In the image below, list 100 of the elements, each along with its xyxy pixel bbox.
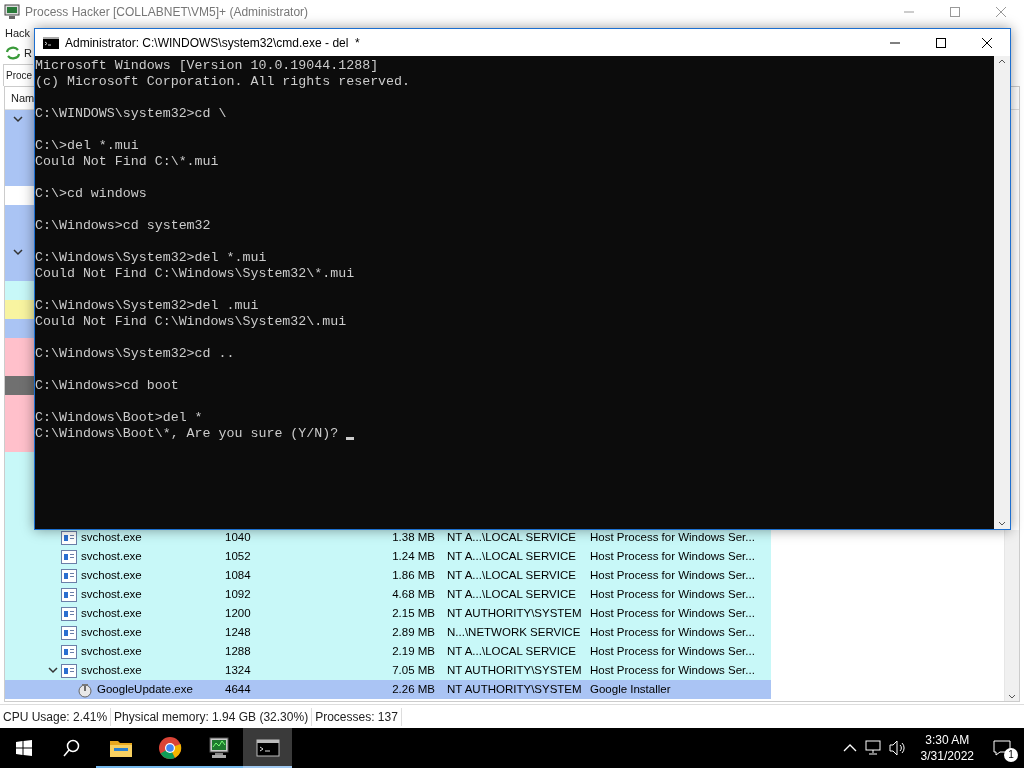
process-row[interactable]: [5, 376, 34, 395]
console-icon: [43, 36, 59, 49]
maximize-icon: [936, 37, 946, 48]
process-name: svchost.exe: [81, 605, 142, 621]
window-title: Process Hacker [COLLABNET\VM5]+ (Administrator): [25, 4, 309, 21]
message-icon: [993, 740, 1011, 756]
window-icon: [61, 549, 77, 564]
process-row[interactable]: [5, 281, 34, 300]
process-row[interactable]: svchost.exe 1052 1.24 MB NT A...\LOCAL SERVICE Host Process for Windows Ser...: [5, 547, 771, 566]
process-row[interactable]: svchost.exe 1084 1.86 MB NT A...\LOCAL SERVICE Host Process for Windows Ser...: [5, 566, 771, 585]
refresh-icon[interactable]: [5, 46, 21, 60]
process-name: svchost.exe: [81, 529, 142, 545]
console-line: C:\Windows\Boot\*, Are you sure (Y/N)?: [35, 426, 340, 442]
console-line: C:\Windows\System32>del .mui: [35, 298, 259, 314]
process-row[interactable]: [5, 357, 34, 376]
status-item: Physical memory: 1.94 GB (32.30%): [111, 707, 313, 726]
console-line: Could Not Find C:\Windows\System32\*.mui: [35, 266, 355, 282]
description-cell-text: Host Process for Windows Ser...: [590, 643, 755, 659]
console-line: C:\>cd windows: [35, 186, 147, 202]
process-row[interactable]: [5, 205, 34, 224]
console-line: Could Not Find C:\Windows\System32\.mui: [35, 314, 347, 330]
window-icon: [61, 568, 77, 583]
window-icon: [61, 663, 77, 678]
scroll-down-icon[interactable]: [998, 521, 1006, 526]
process-name: svchost.exe: [81, 662, 142, 678]
column-header[interactable]: Nam: [11, 89, 35, 107]
browser-icon: [157, 736, 182, 760]
menu-item[interactable]: Hack: [5, 24, 31, 42]
installer-icon: [77, 681, 93, 698]
process-row[interactable]: [5, 433, 34, 452]
search-icon: [63, 739, 81, 757]
notification-badge: 1: [1004, 748, 1018, 762]
private-bytes-cell-text: 4.68 MB: [391, 586, 435, 602]
pid-cell-text: 1084: [225, 567, 252, 583]
window-icon: [61, 587, 77, 602]
user-cell-text: NT A...\LOCAL SERVICE: [447, 567, 577, 583]
scroll-down-icon[interactable]: [1008, 694, 1016, 699]
process-row[interactable]: [5, 262, 34, 281]
clock-date: 3/31/2022: [920, 748, 974, 764]
text-cursor: [346, 437, 355, 440]
private-bytes-cell-text: 1.86 MB: [391, 567, 435, 583]
description-cell-text: Host Process for Windows Ser...: [590, 605, 755, 621]
description-cell-text: Host Process for Windows Ser...: [590, 624, 755, 640]
private-bytes-cell-text: 7.05 MB: [391, 662, 435, 678]
process-name: svchost.exe: [81, 567, 142, 583]
network-icon[interactable]: [864, 740, 883, 756]
description-cell-text: Host Process for Windows Ser...: [590, 548, 755, 564]
notification-button[interactable]: 1: [980, 728, 1024, 768]
private-bytes-cell-text: 2.19 MB: [391, 643, 435, 659]
maximize-icon: [950, 7, 960, 17]
clock-time: 3:30 AM: [925, 732, 970, 748]
user-cell-text: NT AUTHORITY\SYSTEM: [447, 681, 583, 697]
process-row[interactable]: [5, 300, 34, 319]
console-line: C:\WINDOWS\system32>cd \: [35, 106, 227, 122]
tab[interactable]: Proce: [3, 64, 33, 86]
folder-icon: [108, 738, 133, 758]
process-name: svchost.exe: [81, 624, 142, 640]
window-icon: [61, 644, 77, 659]
process-row[interactable]: svchost.exe 1288 2.19 MB NT A...\LOCAL SERVICE Host Process for Windows Ser...: [5, 642, 771, 661]
user-cell-text: NT AUTHORITY\SYSTEM: [447, 662, 583, 678]
process-row[interactable]: [5, 452, 34, 471]
process-row[interactable]: [5, 167, 34, 186]
console-line: C:\Windows>cd boot: [35, 378, 179, 394]
process-row[interactable]: svchost.exe 1040 1.38 MB NT A...\LOCAL SERVICE Host Process for Windows Ser...: [5, 528, 771, 547]
chevron-down-icon[interactable]: [13, 249, 23, 256]
process-name: svchost.exe: [81, 586, 142, 602]
console-title: Administrator: C:\WINDOWS\system32\cmd.exe - del *: [65, 34, 360, 52]
process-name: svchost.exe: [81, 643, 142, 659]
scroll-up-icon[interactable]: [998, 59, 1006, 64]
process-row[interactable]: [5, 395, 34, 414]
pid-cell-text: 1040: [225, 529, 252, 545]
close-icon: [982, 37, 992, 48]
status-item: CPU Usage: 2.41%: [0, 707, 112, 726]
description-cell-text: Host Process for Windows Ser...: [590, 662, 755, 678]
speaker-icon[interactable]: [888, 740, 907, 756]
chevron-down-icon[interactable]: [48, 667, 58, 674]
process-row[interactable]: GoogleUpdate.exe 4644 2.26 MB NT AUTHORITY\SYSTEM Google Installer: [5, 680, 771, 699]
process-row[interactable]: svchost.exe 1092 4.68 MB NT A...\LOCAL SERVICE Host Process for Windows Ser...: [5, 585, 771, 604]
taskbar-app[interactable]: [243, 728, 292, 768]
pid-cell-text: 1052: [225, 548, 252, 564]
console-line: Microsoft Windows [Version 10.0.19044.1288]: [35, 58, 379, 74]
process-row[interactable]: [5, 319, 34, 338]
chevron-down-icon[interactable]: [13, 116, 23, 123]
console-line: C:\Windows\System32>del *.mui: [35, 250, 267, 266]
pid-cell-text: 1200: [225, 605, 252, 621]
console-line: (c) Microsoft Corporation. All rights reserved.: [35, 74, 411, 90]
user-cell-text: N...\NETWORK SERVICE: [447, 624, 582, 640]
private-bytes-cell-text: 1.24 MB: [391, 548, 435, 564]
chevron-up-icon[interactable]: [842, 743, 857, 753]
process-row[interactable]: svchost.exe 1324 7.05 MB NT AUTHORITY\SYSTEM Host Process for Windows Ser...: [5, 661, 771, 680]
pid-cell-text: 1248: [225, 624, 252, 640]
terminal-icon: [255, 738, 280, 758]
toolbar-item[interactable]: R: [24, 44, 32, 62]
window-icon: [61, 625, 77, 640]
process-row[interactable]: [5, 338, 34, 357]
clock[interactable]: 3:30 AM 3/31/2022: [914, 732, 980, 764]
description-cell-text: Google Installer: [590, 681, 671, 697]
process-row[interactable]: svchost.exe 1248 2.89 MB N...\NETWORK SERVICE Host Process for Windows Ser...: [5, 623, 771, 642]
user-cell-text: NT A...\LOCAL SERVICE: [447, 529, 577, 545]
process-row[interactable]: svchost.exe 1200 2.15 MB NT AUTHORITY\SYSTEM Host Process for Windows Ser...: [5, 604, 771, 623]
